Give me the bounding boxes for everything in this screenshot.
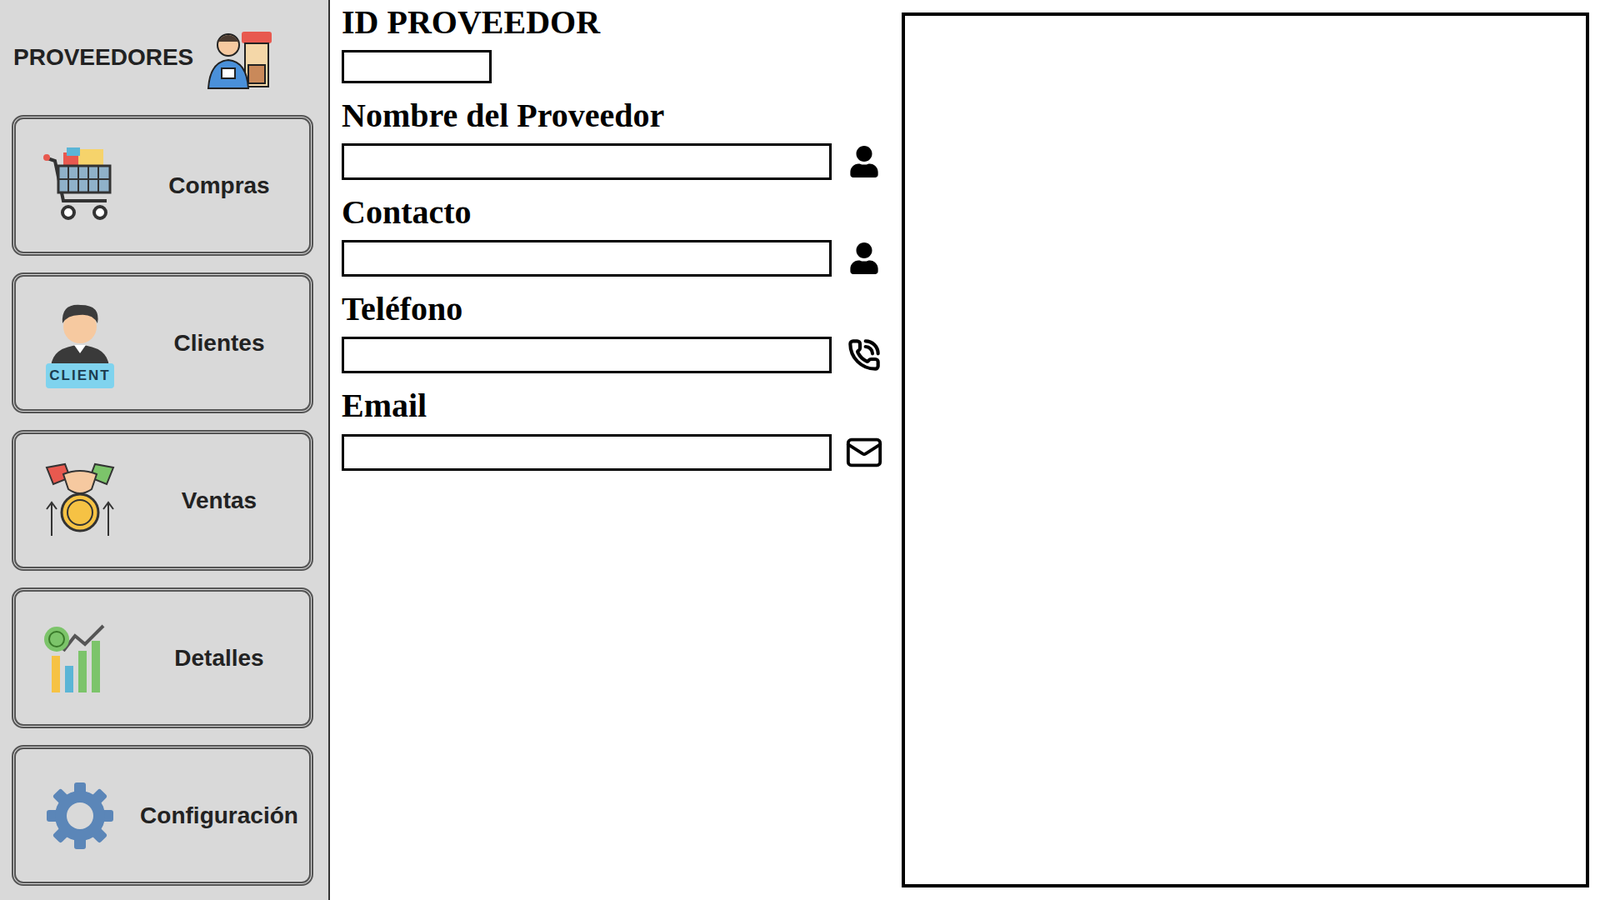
person-icon bbox=[848, 145, 880, 178]
chart-icon bbox=[41, 622, 119, 695]
form-field: Email bbox=[341, 386, 897, 472]
field-input[interactable] bbox=[341, 336, 832, 374]
field-input[interactable] bbox=[341, 434, 832, 471]
sidebar-item-label: Ventas bbox=[135, 483, 303, 519]
field-label: ID PROVEEDOR bbox=[341, 3, 897, 42]
field-input[interactable] bbox=[341, 50, 492, 84]
form-field: ID PROVEEDOR bbox=[341, 3, 897, 84]
client-icon: CLIENT bbox=[37, 298, 123, 389]
field-label: Contacto bbox=[341, 193, 897, 232]
sidebar-item-label: Compras bbox=[135, 168, 303, 204]
form-field: Teléfono bbox=[341, 290, 897, 374]
field-label: Teléfono bbox=[341, 290, 897, 329]
phone-icon bbox=[847, 338, 881, 372]
detail-panel bbox=[901, 12, 1590, 888]
vendor-icon bbox=[203, 21, 275, 94]
sidebar-item-label: Clientes bbox=[135, 325, 303, 361]
sidebar-item[interactable]: Detalles bbox=[11, 587, 314, 729]
sidebar: PROVEEDORES Compras CLIENT Clientes Ventas De… bbox=[0, 0, 330, 900]
sidebar-item-label: Configuración bbox=[135, 798, 303, 834]
person-icon bbox=[848, 242, 880, 275]
field-input[interactable] bbox=[341, 240, 832, 277]
cart-icon bbox=[41, 145, 119, 226]
gear-icon bbox=[45, 780, 115, 851]
sidebar-header: PROVEEDORES bbox=[11, 0, 317, 115]
form-field: Contacto bbox=[341, 193, 897, 277]
sidebar-title: PROVEEDORES bbox=[13, 40, 194, 75]
sidebar-item[interactable]: CLIENT Clientes bbox=[11, 272, 314, 414]
sidebar-nav: Compras CLIENT Clientes Ventas Detalles Confi… bbox=[11, 115, 317, 886]
form-area: ID PROVEEDOR Nombre del Proveedor Contacto… bbox=[330, 0, 897, 900]
sidebar-item-label: Detalles bbox=[135, 640, 303, 676]
sidebar-item[interactable]: Configuración bbox=[11, 745, 314, 886]
field-label: Nombre del Proveedor bbox=[341, 96, 897, 135]
form-field: Nombre del Proveedor bbox=[341, 96, 897, 180]
sidebar-item[interactable]: Ventas bbox=[11, 430, 314, 571]
deal-icon bbox=[41, 460, 119, 541]
client-badge: CLIENT bbox=[45, 363, 114, 389]
sidebar-item[interactable]: Compras bbox=[11, 115, 314, 256]
app: PROVEEDORES Compras CLIENT Clientes Ventas De… bbox=[0, 0, 1600, 900]
field-label: Email bbox=[341, 386, 897, 425]
field-input[interactable] bbox=[341, 143, 832, 180]
mail-icon bbox=[845, 433, 884, 472]
